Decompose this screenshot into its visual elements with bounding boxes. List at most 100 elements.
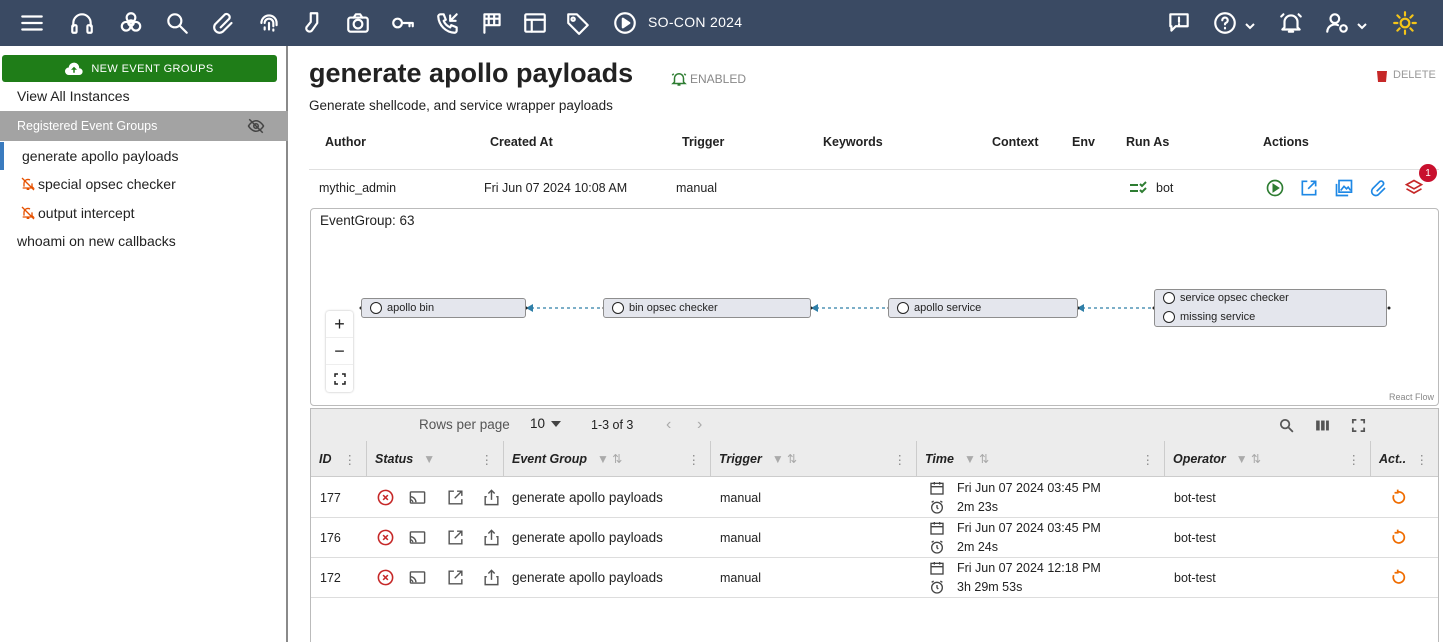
operation-name[interactable]: SO-CON 2024 [648, 14, 742, 30]
zoom-out-button[interactable]: − [326, 338, 353, 365]
column-menu-icon[interactable]: ⋮ [481, 452, 494, 467]
play-circle-icon[interactable] [610, 8, 640, 38]
tag-icon[interactable] [563, 8, 593, 38]
error-circle-icon[interactable] [376, 568, 396, 588]
column-menu-icon[interactable]: ⋮ [1416, 452, 1429, 467]
rows-per-page-select[interactable]: 10 [530, 416, 562, 431]
status-enabled[interactable]: ENABLED [670, 70, 746, 88]
paperclip-icon[interactable] [210, 8, 240, 38]
cell-event-group[interactable]: generate apollo payloads [512, 490, 663, 505]
share-icon[interactable] [482, 568, 502, 588]
th-label: Trigger [719, 452, 762, 466]
bell-icon[interactable] [1276, 8, 1306, 38]
th-status[interactable]: Status ▼ ⋮ [366, 441, 503, 477]
column-menu-icon[interactable]: ⋮ [1348, 452, 1361, 467]
chevron-down-icon[interactable] [1245, 19, 1255, 30]
prev-page-icon[interactable]: ‹ [666, 416, 671, 434]
flow-node-bin-opsec-checker[interactable]: bin opsec checker [603, 298, 811, 318]
filter-icon[interactable]: ▼ ⇅ [1236, 452, 1261, 466]
created-at-value: Fri Jun 07 2024 10:08 AM [484, 181, 628, 195]
camera-icon[interactable] [343, 8, 373, 38]
replay-icon[interactable] [1389, 568, 1409, 588]
replay-icon[interactable] [1389, 488, 1409, 508]
filter-icon[interactable]: ▼ ⇅ [964, 452, 989, 466]
filter-icon[interactable]: ▼ ⇅ [597, 452, 622, 466]
menu-icon[interactable] [17, 8, 47, 38]
paperclip-icon[interactable] [1370, 178, 1392, 200]
socks-icon[interactable] [299, 8, 329, 38]
cell-event-group[interactable]: generate apollo payloads [512, 530, 663, 545]
flow-node-apollo-bin[interactable]: apollo bin [361, 298, 526, 318]
th-operator[interactable]: Operator ▼ ⇅ ⋮ [1164, 441, 1370, 477]
sidebar-item-generate-apollo-payloads[interactable]: generate apollo payloads [0, 142, 288, 170]
table-icon[interactable] [520, 8, 550, 38]
cell-operator: bot-test [1174, 571, 1216, 585]
divider [309, 169, 1439, 170]
th-id[interactable]: ID ⋮ [311, 441, 366, 477]
search-icon[interactable] [1278, 417, 1296, 435]
open-external-icon[interactable] [1299, 178, 1321, 200]
open-external-icon[interactable] [446, 528, 466, 548]
error-circle-icon[interactable] [376, 528, 396, 548]
fullscreen-icon[interactable] [1350, 417, 1368, 435]
cast-icon[interactable] [408, 568, 428, 588]
react-flow-attribution[interactable]: React Flow [1386, 391, 1436, 403]
column-menu-icon[interactable]: ⋮ [1142, 452, 1155, 467]
cell-event-group[interactable]: generate apollo payloads [512, 570, 663, 585]
checkered-flag-icon[interactable] [477, 8, 507, 38]
column-menu-icon[interactable]: ⋮ [688, 452, 701, 467]
feedback-icon[interactable] [1164, 8, 1194, 38]
zoom-in-button[interactable]: + [326, 311, 353, 338]
flow-node-service-opsec-checker[interactable]: service opsec checker missing service [1154, 289, 1387, 327]
column-menu-icon[interactable]: ⋮ [894, 452, 907, 467]
table-row[interactable]: 176 generate apollo payloads manual Fri … [311, 518, 1438, 558]
sidebar-item-special-opsec-checker[interactable]: special opsec checker [0, 170, 288, 198]
replay-icon[interactable] [1389, 528, 1409, 548]
user-settings-icon[interactable] [1322, 8, 1352, 38]
flow-node-apollo-service[interactable]: apollo service [888, 298, 1078, 318]
fit-view-button[interactable] [326, 365, 353, 392]
open-external-icon[interactable] [446, 568, 466, 588]
filter-icon[interactable]: ▼ [423, 452, 435, 466]
cast-icon[interactable] [408, 528, 428, 548]
sun-icon[interactable] [1390, 8, 1420, 38]
th-trigger[interactable]: Trigger ▼ ⇅ ⋮ [710, 441, 916, 477]
sidebar-item-whoami-on-new-callbacks[interactable]: whoami on new callbacks [0, 227, 288, 255]
next-page-icon[interactable]: › [697, 416, 702, 434]
chevron-down-icon[interactable] [1357, 19, 1367, 30]
time-duration: 2m 24s [957, 540, 998, 554]
images-icon[interactable] [1334, 178, 1356, 200]
node-label: bin opsec checker [629, 302, 718, 314]
columns-icon[interactable] [1314, 417, 1332, 435]
caret-down-icon [551, 420, 562, 427]
view-all-instances-link[interactable]: View All Instances [17, 88, 130, 104]
cast-icon[interactable] [408, 488, 428, 508]
open-external-icon[interactable] [446, 488, 466, 508]
trigger-run-icon[interactable] [1265, 178, 1287, 200]
eye-off-icon[interactable] [246, 117, 266, 135]
share-icon[interactable] [482, 528, 502, 548]
share-icon[interactable] [482, 488, 502, 508]
th-time[interactable]: Time ▼ ⇅ ⋮ [916, 441, 1164, 477]
biohazard-icon[interactable] [116, 8, 146, 38]
delete-button[interactable]: DELETE [1375, 67, 1436, 83]
key-icon[interactable] [388, 8, 418, 38]
run-as-value: bot [1156, 181, 1174, 195]
error-circle-icon[interactable] [376, 488, 396, 508]
column-menu-icon[interactable]: ⋮ [344, 452, 357, 467]
fingerprint-icon[interactable] [254, 8, 284, 38]
th-actions[interactable]: Act.. ⋮ [1370, 441, 1438, 477]
th-event-group[interactable]: Event Group ▼ ⇅ ⋮ [503, 441, 710, 477]
help-icon[interactable] [1210, 8, 1240, 38]
sidebar-item-output-intercept[interactable]: output intercept [0, 199, 288, 227]
filter-icon[interactable]: ▼ ⇅ [772, 452, 797, 466]
search-icon[interactable] [162, 8, 192, 38]
phone-callback-icon[interactable] [433, 8, 463, 38]
event-flow-graph[interactable]: EventGroup: 63 apollo bin bin opsec chec… [310, 208, 1439, 406]
time-start: Fri Jun 07 2024 03:45 PM [957, 481, 1101, 495]
table-row[interactable]: 177 generate apollo payloads manual Fri … [311, 478, 1438, 518]
headphones-icon[interactable] [67, 8, 97, 38]
new-event-groups-button[interactable]: NEW EVENT GROUPS [2, 55, 277, 82]
layers-icon[interactable] [1404, 178, 1426, 200]
table-row[interactable]: 172 generate apollo payloads manual Fri … [311, 558, 1438, 598]
